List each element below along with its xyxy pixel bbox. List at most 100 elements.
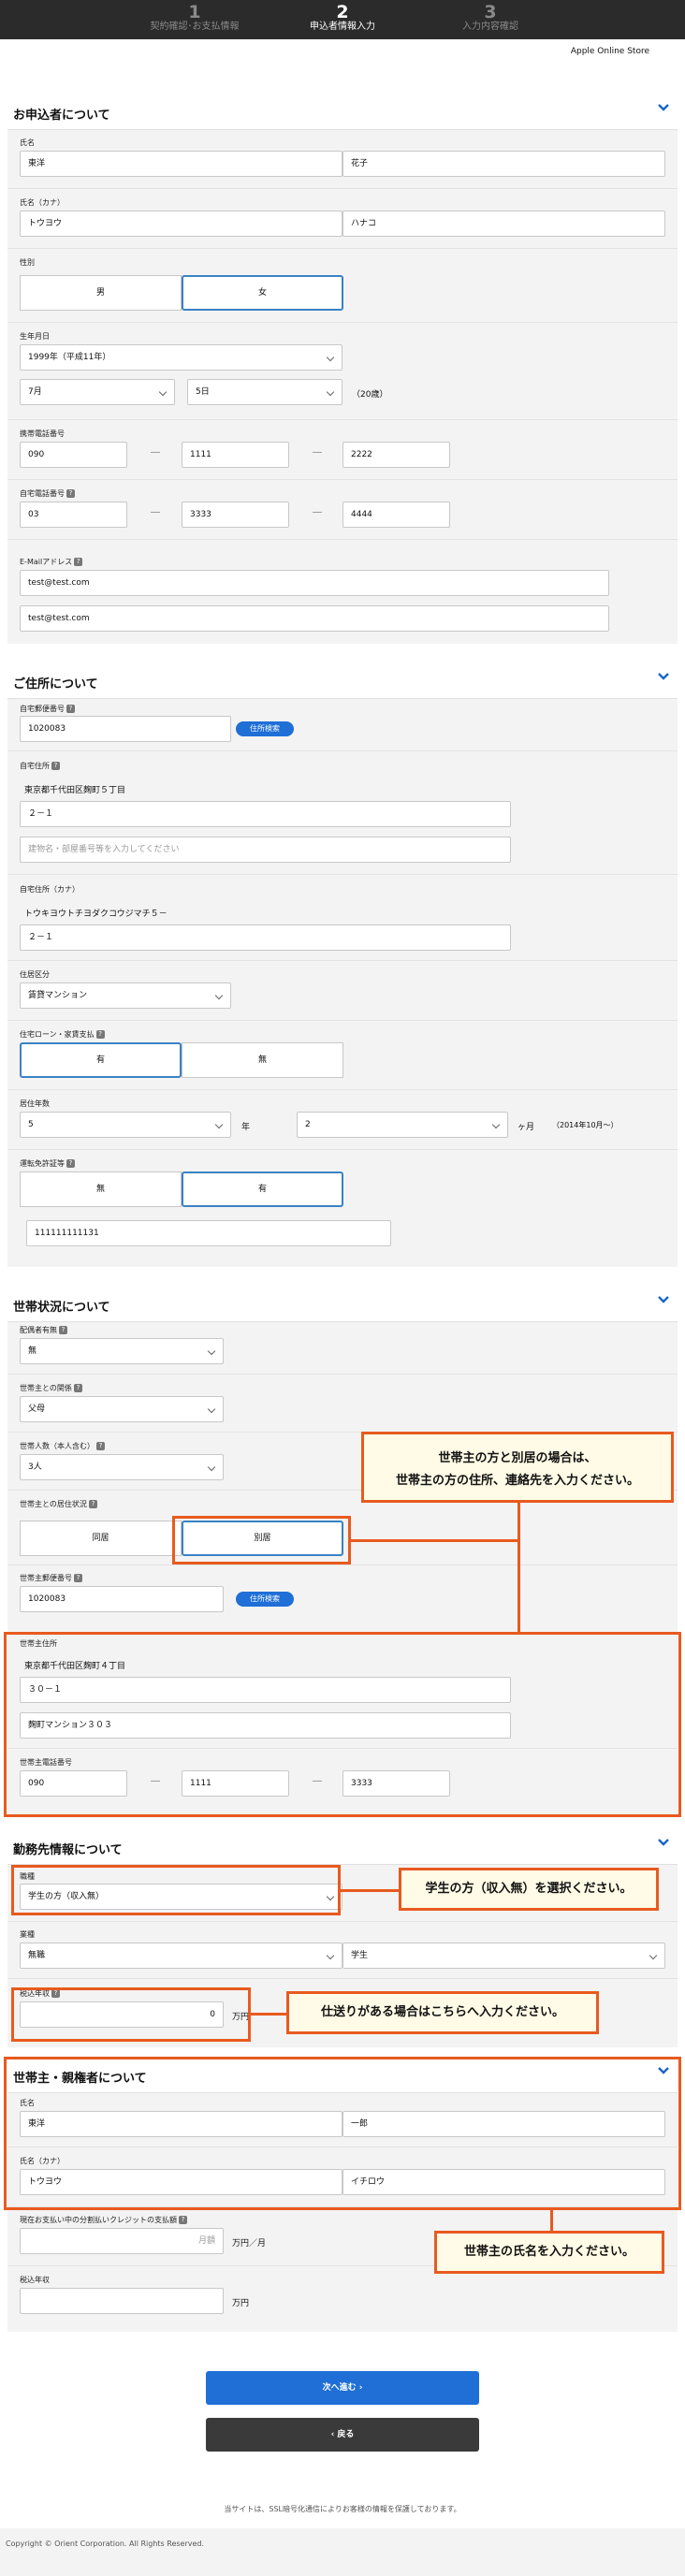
head-zip-input[interactable]: 1020083: [20, 1586, 224, 1612]
divider: [7, 322, 678, 323]
home-phone-label: 自宅電話番号: [20, 489, 65, 498]
divider: [7, 248, 678, 249]
household-count-select[interactable]: 3人: [20, 1454, 224, 1480]
chevron-down-icon[interactable]: [657, 1836, 670, 1849]
copyright-text: Copyright © Orient Corporation. All Righ…: [6, 2540, 205, 2548]
help-icon[interactable]: ?: [74, 1574, 82, 1582]
step-1-label: 契約確認･お支払情報: [150, 22, 240, 32]
last-kana-input[interactable]: トウヨウ: [20, 211, 342, 237]
dash: ―: [313, 447, 322, 458]
help-icon[interactable]: ?: [74, 558, 83, 566]
dash: ―: [313, 507, 322, 517]
home-phone-part3-input[interactable]: 4444: [342, 502, 450, 528]
help-icon[interactable]: ?: [88, 1500, 97, 1508]
credit-monthly-input[interactable]: 月額: [20, 2228, 224, 2254]
address-line2-input[interactable]: 建物名・部屋番号等を入力してください: [20, 837, 511, 863]
help-icon[interactable]: ?: [73, 1384, 82, 1392]
divider: [7, 1089, 678, 1090]
addr-label-wrap: 自宅住所?: [20, 761, 60, 771]
address-prefilled: 東京都千代田区麹町５丁目: [24, 786, 126, 795]
last-name-input[interactable]: 東洋: [20, 151, 342, 177]
chevron-down-icon[interactable]: [657, 101, 670, 114]
help-icon[interactable]: ?: [59, 1326, 67, 1334]
birth-month-select[interactable]: 7月: [20, 379, 175, 405]
relation-label-wrap: 世帯主との関係?: [20, 1383, 82, 1393]
mobile-part3-input[interactable]: 2222: [342, 442, 450, 468]
household-callout-line1: 世帯主の方と別居の場合は、: [438, 1451, 597, 1465]
address-header[interactable]: ご住所について: [7, 662, 678, 699]
home-phone-part2-input[interactable]: 3333: [182, 502, 289, 528]
next-button[interactable]: 次へ進む ›: [206, 2371, 479, 2405]
mobile-part1-input[interactable]: 090: [20, 442, 127, 468]
address-title: ご住所について: [13, 677, 98, 691]
gender-male-option[interactable]: 男: [20, 275, 182, 311]
credit-label-wrap: 現在お支払い中の分割払いクレジットの支払額?: [20, 2215, 187, 2225]
housing-type-select[interactable]: 賃貸マンション: [20, 982, 231, 1009]
zip-input[interactable]: 1020083: [20, 716, 231, 742]
residence-months-select[interactable]: 2: [297, 1112, 508, 1138]
work-header[interactable]: 勤務先情報について: [7, 1828, 678, 1865]
living-same-option[interactable]: 同居: [20, 1521, 182, 1556]
years-unit: 年: [241, 1123, 251, 1132]
age-text: （20歳）: [352, 390, 388, 400]
help-icon[interactable]: ?: [66, 1159, 75, 1168]
license-no-option[interactable]: 無: [20, 1172, 182, 1207]
license-number-input[interactable]: 111111111131: [26, 1220, 391, 1246]
divider: [7, 750, 678, 751]
first-name-input[interactable]: 花子: [342, 151, 665, 177]
help-icon[interactable]: ?: [179, 2216, 187, 2224]
help-icon[interactable]: ?: [95, 1030, 105, 1039]
step-3-number: 3: [484, 2, 497, 22]
gender-female-option[interactable]: 女: [182, 275, 343, 311]
birth-year-select[interactable]: 1999年（平成11年）: [20, 344, 342, 371]
help-icon[interactable]: ?: [66, 705, 75, 713]
email-input[interactable]: test@test.com: [20, 570, 609, 596]
license-yes-option[interactable]: 有: [182, 1172, 343, 1207]
email-confirm-input[interactable]: test@test.com: [20, 605, 609, 632]
address-search-button[interactable]: 住所検索: [236, 721, 294, 736]
household-header[interactable]: 世帯状況について: [7, 1286, 678, 1322]
head-zip-label-wrap: 世帯主郵便番号?: [20, 1573, 82, 1583]
first-kana-input[interactable]: ハナコ: [342, 211, 665, 237]
home-phone-part1-input[interactable]: 03: [20, 502, 127, 528]
residence-years-select[interactable]: 5: [20, 1112, 231, 1138]
industry-sub-select[interactable]: 学生: [342, 1943, 665, 1969]
address-kana-line1-input[interactable]: ２－１: [20, 924, 511, 951]
relation-select[interactable]: 父母: [20, 1396, 224, 1422]
guardian-income-unit: 万円: [232, 2299, 250, 2308]
spouse-select[interactable]: 無: [20, 1338, 224, 1364]
spouse-label-wrap: 配偶者有無?: [20, 1325, 67, 1335]
chevron-down-icon[interactable]: [657, 670, 670, 683]
kana-label: 氏名（カナ）: [20, 198, 65, 207]
help-icon[interactable]: ?: [96, 1442, 105, 1450]
head-address-highlight: [4, 1632, 681, 1817]
work-title: 勤務先情報について: [13, 1843, 123, 1857]
loan-yes-option[interactable]: 有: [20, 1042, 182, 1078]
divider: [7, 1921, 678, 1922]
loan-no-option[interactable]: 無: [182, 1042, 343, 1078]
email-label-wrap: E-Mailアドレス?: [20, 557, 83, 567]
guardian-income-input[interactable]: [20, 2288, 224, 2314]
loan-label-wrap: 住宅ローン・家賃支払?: [20, 1029, 105, 1040]
address-section: ご住所について 自宅郵便番号? 1020083 住所検索 自宅住所? 東京都千代…: [7, 662, 678, 1267]
mobile-part2-input[interactable]: 1111: [182, 442, 289, 468]
applicant-header[interactable]: お申込者について: [7, 94, 678, 130]
address-line1-input[interactable]: ２－１: [20, 801, 511, 827]
industry-select[interactable]: 無職: [20, 1943, 342, 1969]
help-icon[interactable]: ?: [51, 762, 60, 770]
ssl-note: 当サイトは、SSL暗号化通信によりお客様の情報を保護しております。: [224, 2505, 461, 2513]
connector-line: [251, 2013, 288, 2016]
living-separate-highlight: [172, 1516, 351, 1565]
home-phone-label-wrap: 自宅電話番号?: [20, 488, 75, 499]
head-address-search-button[interactable]: 住所検索: [236, 1592, 294, 1607]
gender-label: 性別: [20, 258, 35, 267]
birth-day-select[interactable]: 5日: [187, 379, 342, 405]
divider: [7, 1020, 678, 1021]
chevron-down-icon[interactable]: [657, 1293, 670, 1306]
addr-label: 自宅住所: [20, 762, 50, 770]
back-button[interactable]: ‹ 戻る: [206, 2418, 479, 2452]
dash: ―: [151, 447, 160, 458]
help-icon[interactable]: ?: [66, 489, 75, 498]
email-label: E-Mailアドレス: [20, 558, 73, 566]
income-callout: 仕送りがある場合はこちらへ入力ください。: [286, 1991, 599, 2034]
